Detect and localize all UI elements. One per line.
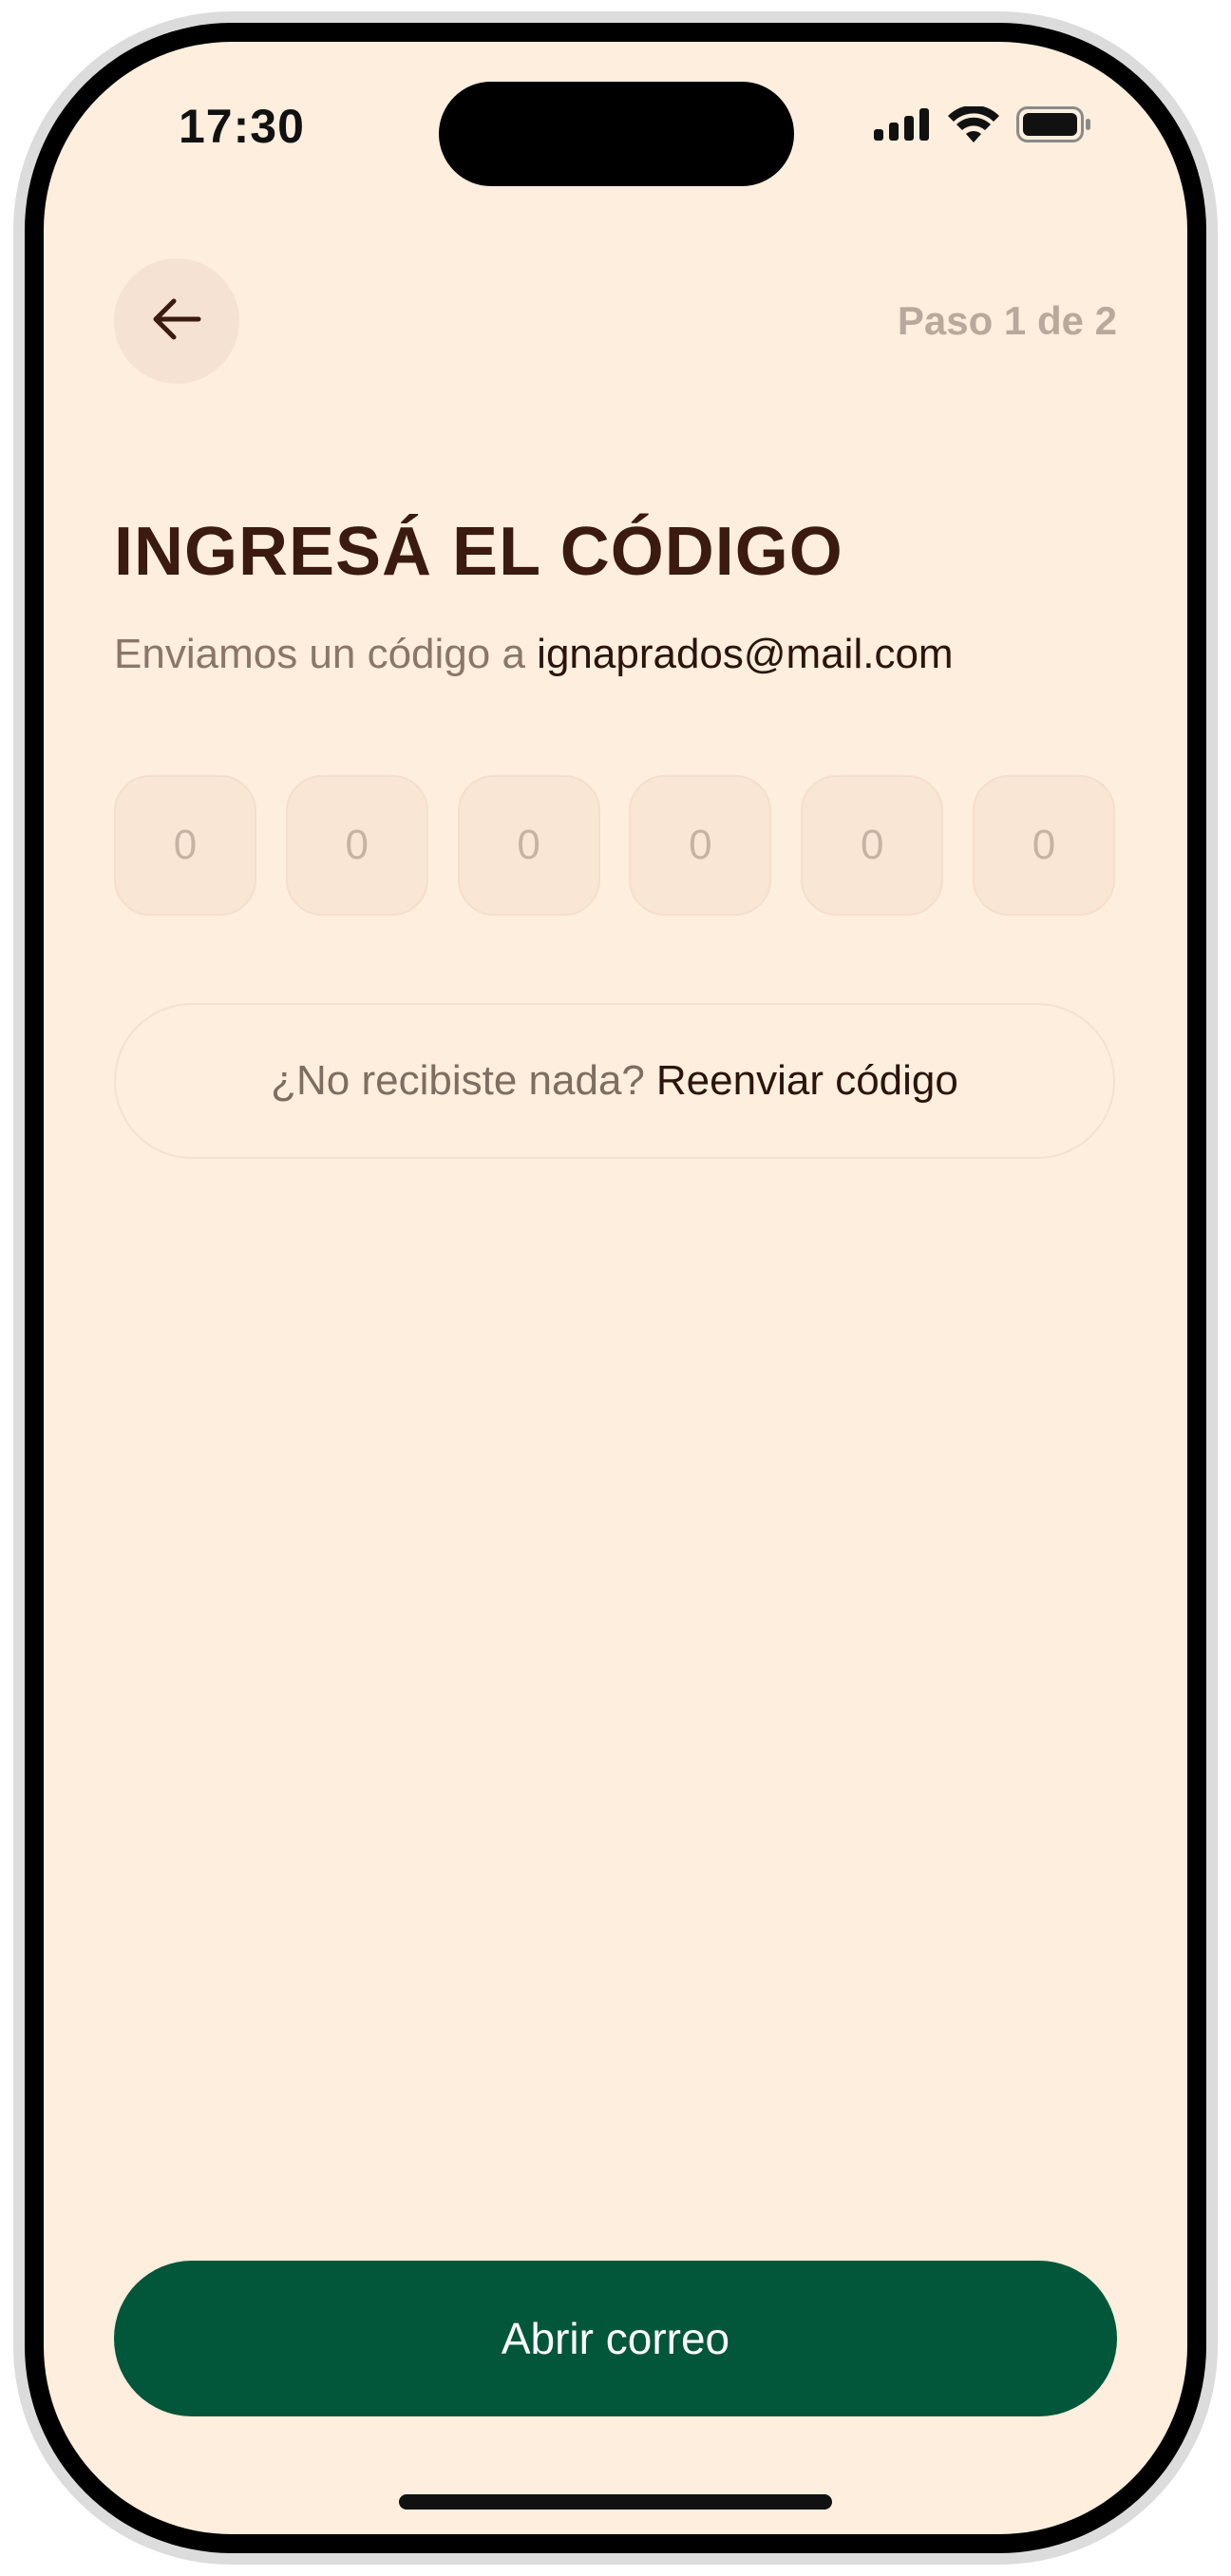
home-indicator: [399, 2494, 832, 2510]
screen: 17:30 Paso 1 de 2 INGRESÁ EL CÓDIGO Envi…: [44, 42, 1187, 2534]
resend-container: ¿No recibiste nada? Reenviar código: [114, 1003, 1115, 1159]
step-indicator: Paso 1 de 2: [897, 298, 1117, 343]
battery-icon: [1016, 106, 1092, 147]
resend-code-link[interactable]: Reenviar código: [656, 1057, 958, 1105]
dynamic-island: [439, 82, 794, 186]
back-button[interactable]: [114, 258, 239, 384]
subtitle-prefix: Enviamos un código a: [114, 631, 525, 677]
code-digit-input-5[interactable]: 0: [801, 775, 944, 916]
code-digit-input-2[interactable]: 0: [285, 775, 428, 916]
code-digit-input-1[interactable]: 0: [114, 775, 256, 916]
email-address: ignaprados@mail.com: [537, 631, 954, 677]
cellular-signal-icon: [874, 108, 931, 145]
subtitle: Enviamos un código a ignaprados@mail.com: [114, 631, 954, 678]
page-title: INGRESÁ EL CÓDIGO: [114, 514, 843, 590]
wifi-icon: [948, 104, 999, 147]
code-digit-input-3[interactable]: 0: [457, 775, 600, 916]
code-digit-input-4[interactable]: 0: [629, 775, 772, 916]
arrow-left-icon: [151, 297, 202, 346]
resend-prompt: ¿No recibiste nada?: [271, 1057, 645, 1104]
status-time: 17:30: [179, 100, 305, 153]
code-digit-input-6[interactable]: 0: [972, 775, 1115, 916]
status-icons: [874, 104, 1092, 147]
code-input-row: 0 0 0 0 0 0: [114, 775, 1115, 918]
open-mail-button[interactable]: Abrir correo: [114, 2261, 1117, 2416]
